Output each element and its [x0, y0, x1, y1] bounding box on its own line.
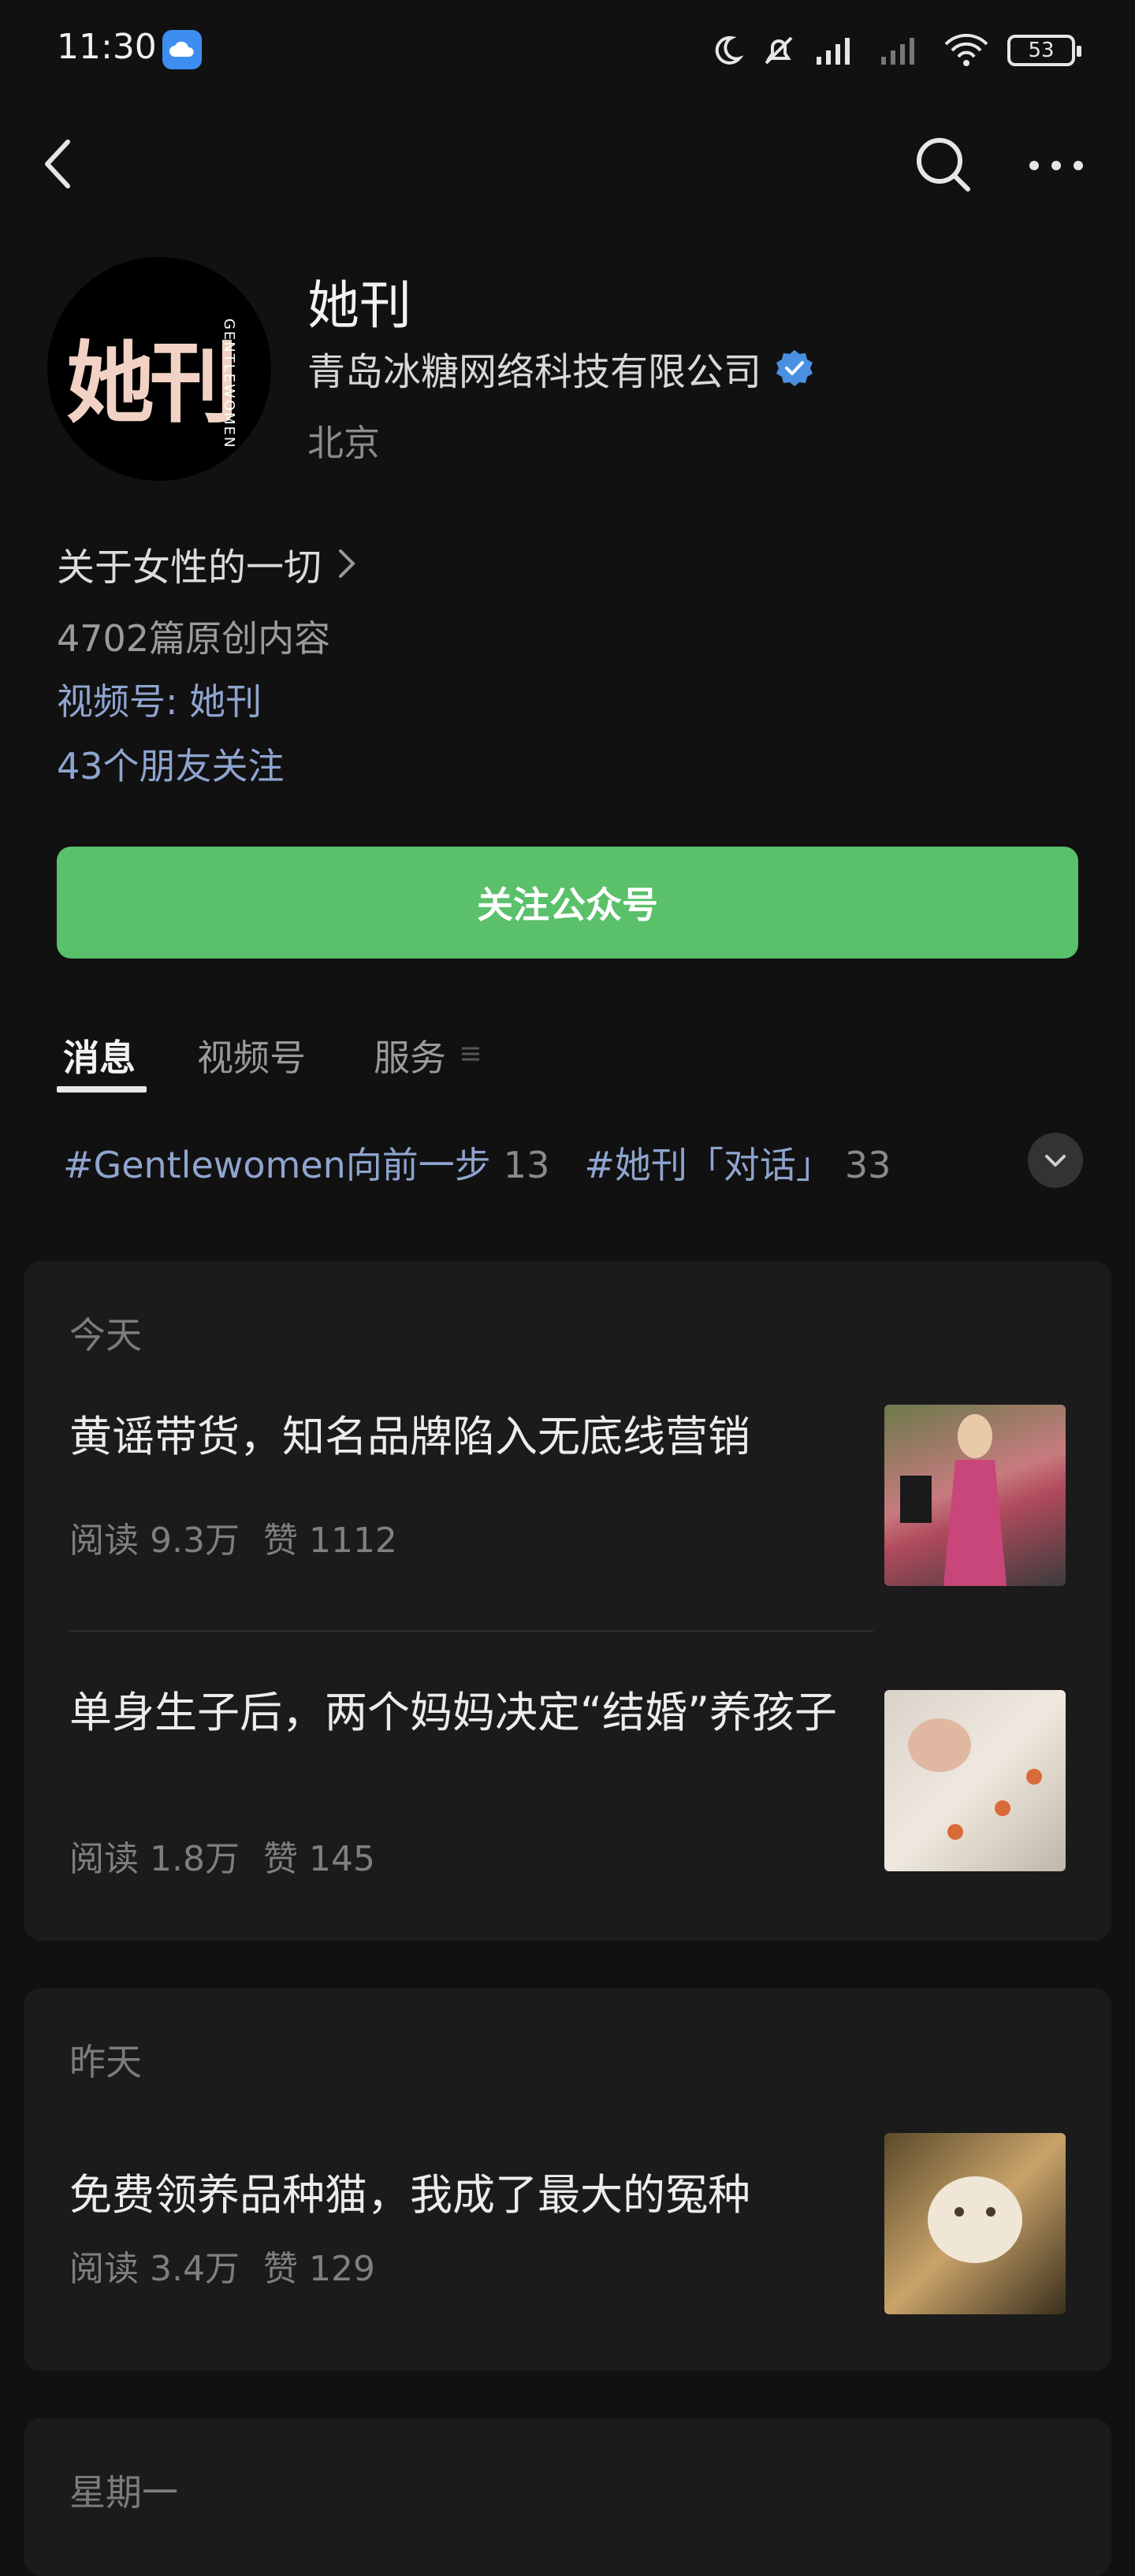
- tag-label: #Gentlewomen向前一步: [63, 1144, 491, 1186]
- back-icon[interactable]: [36, 132, 84, 195]
- company-name[interactable]: 青岛冰糖网络科技有限公司: [307, 341, 815, 396]
- avatar-logo-text: 她刊: [66, 333, 238, 435]
- battery-indicator: 53: [1007, 35, 1081, 66]
- tag-label: #她刊「对话」: [584, 1144, 832, 1186]
- moon-icon: [715, 35, 744, 65]
- video-channel-link[interactable]: 视频号: 她刊: [57, 673, 262, 725]
- description-text: 关于女性的一切: [57, 545, 322, 590]
- battery-level: 53: [1028, 39, 1055, 62]
- read-count: 阅读 9.3万: [69, 1521, 240, 1561]
- tab-services[interactable]: 服务: [374, 1029, 446, 1081]
- chevron-down-icon: [1045, 1155, 1066, 1167]
- topic-tag[interactable]: #她刊「对话」 33: [584, 1137, 891, 1189]
- tab-messages[interactable]: 消息: [63, 1029, 136, 1081]
- article-meta: 阅读 1.8万赞 145: [69, 1830, 375, 1881]
- account-name: 她刊: [307, 275, 411, 336]
- friends-following-link[interactable]: 43个朋友关注: [57, 738, 285, 790]
- avatar-logo-subtext: GENTLEWOMEN: [221, 318, 237, 449]
- article-title: 免费领养品种猫，我成了最大的冤种: [69, 2170, 750, 2220]
- city-label: 北京: [307, 422, 380, 464]
- read-count: 阅读 3.4万: [69, 2249, 240, 2289]
- status-icons: 53: [709, 27, 1081, 74]
- day-section-card: 星期一: [24, 2418, 1111, 2576]
- active-tab-indicator: [57, 1086, 147, 1093]
- article-meta: 阅读 3.4万赞 129: [69, 2240, 375, 2291]
- account-description[interactable]: 关于女性的一切: [57, 536, 358, 591]
- signal-hd-icon: [817, 38, 850, 65]
- expand-tags-button[interactable]: [1028, 1133, 1083, 1188]
- wifi-icon: [944, 33, 988, 66]
- day-section-card: 昨天 免费领养品种猫，我成了最大的冤种 阅读 3.4万赞 129: [24, 1988, 1111, 2371]
- signal-weak-icon: [881, 38, 914, 65]
- divider: [69, 1630, 873, 1632]
- topic-tag[interactable]: #Gentlewomen向前一步 13: [63, 1137, 549, 1189]
- tag-count: 13: [503, 1144, 550, 1186]
- menu-lines-icon: [462, 1047, 479, 1061]
- follow-button[interactable]: 关注公众号: [57, 847, 1078, 959]
- like-count: 赞 145: [262, 1839, 375, 1879]
- article-thumbnail: [884, 2133, 1066, 2314]
- date-label: 昨天: [69, 2041, 142, 2083]
- like-count: 赞 129: [262, 2249, 375, 2289]
- date-label: 星期一: [69, 2471, 178, 2514]
- company-label: 青岛冰糖网络科技有限公司: [307, 350, 762, 394]
- article-thumbnail: [884, 1405, 1066, 1586]
- like-count: 赞 1112: [262, 1521, 397, 1561]
- article-title: 黄谣带货，知名品牌陷入无底线营销: [69, 1412, 750, 1461]
- verified-icon: [776, 350, 813, 386]
- day-section-card: 今天 黄谣带货，知名品牌陷入无底线营销 阅读 9.3万赞 1112 单身生子后，…: [24, 1261, 1111, 1941]
- article-meta: 阅读 9.3万赞 1112: [69, 1512, 397, 1562]
- search-icon[interactable]: [911, 132, 974, 195]
- article-title: 单身生子后，两个妈妈决定“结婚”养孩子: [69, 1688, 837, 1737]
- article-thumbnail: [884, 1690, 1066, 1871]
- avatar[interactable]: 她刊 GENTLEWOMEN: [47, 257, 271, 481]
- chevron-right-icon: [339, 549, 355, 578]
- read-count: 阅读 1.8万: [69, 1839, 240, 1879]
- status-time: 11:30: [57, 27, 157, 67]
- more-icon[interactable]: [1026, 142, 1086, 189]
- topic-tags: #Gentlewomen向前一步 13 #她刊「对话」 33: [63, 1137, 891, 1189]
- mute-bell-icon: [765, 36, 793, 65]
- original-content-count: 4702篇原创内容: [57, 617, 331, 660]
- tag-count: 33: [844, 1144, 891, 1186]
- cloud-notification-icon: [162, 30, 202, 69]
- date-label: 今天: [69, 1314, 142, 1357]
- tab-video-channel[interactable]: 视频号: [197, 1029, 306, 1081]
